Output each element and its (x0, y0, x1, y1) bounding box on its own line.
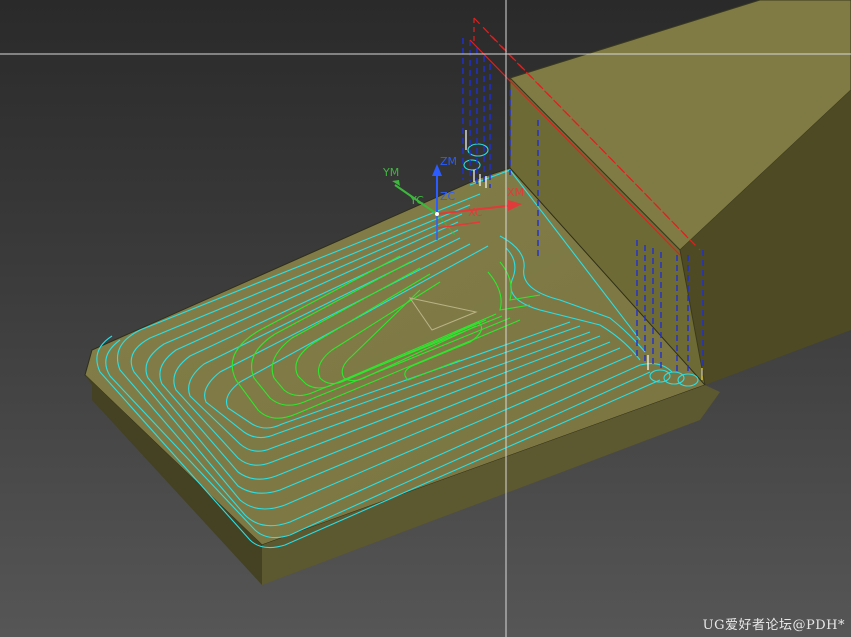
xc-label: XC (468, 206, 483, 219)
cam-scene[interactable]: YM ZM XM YC ZC XC (0, 0, 851, 637)
yc-label: YC (409, 194, 424, 207)
zm-label: ZM (440, 155, 457, 168)
zc-label: ZC (440, 190, 456, 203)
xm-label: XM (507, 186, 524, 199)
ym-label: YM (382, 166, 399, 179)
graphics-viewport[interactable]: YM ZM XM YC ZC XC UG爱好者论坛@PDH* (0, 0, 851, 637)
watermark-text: UG爱好者论坛@PDH* (702, 618, 845, 633)
